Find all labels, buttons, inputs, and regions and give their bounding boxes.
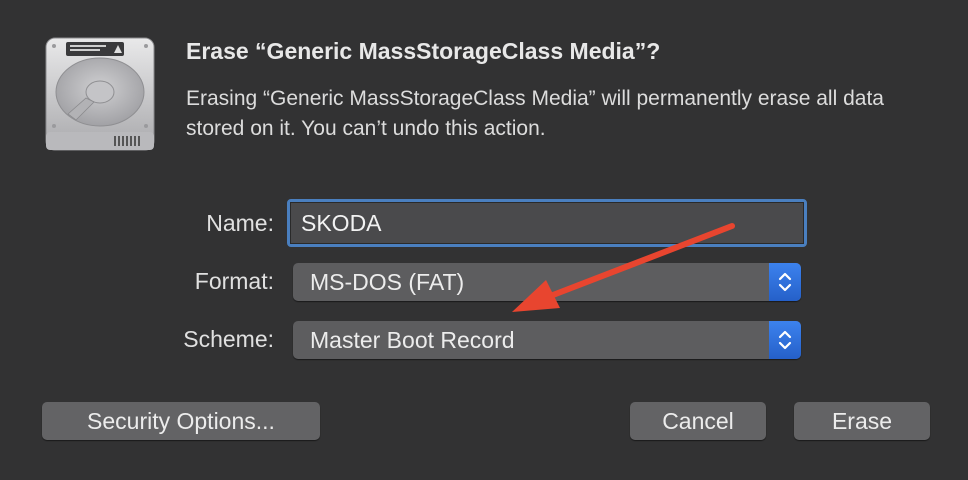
format-popup[interactable]: MS-DOS (FAT) [293,263,801,301]
hard-disk-icon [45,37,155,151]
format-popup-value: MS-DOS (FAT) [310,269,465,295]
name-input[interactable] [290,202,804,244]
dialog-title: Erase “Generic MassStorageClass Media”? [186,38,661,64]
format-stepper[interactable] [769,263,801,301]
up-down-chevron-icon [778,272,792,292]
scheme-label: Scheme: [183,326,274,352]
scheme-popup-value: Master Boot Record [310,327,515,353]
dialog-message: Erasing “Generic MassStorageClass Media”… [186,87,884,140]
security-options-button[interactable]: Security Options... [42,402,320,440]
name-field-focus-ring [287,199,807,247]
scheme-popup[interactable]: Master Boot Record [293,321,801,359]
format-label: Format: [194,268,274,294]
erase-dialog: Erase “Generic MassStorageClass Media”? … [0,0,968,480]
name-label: Name: [206,210,274,236]
up-down-chevron-icon [778,330,792,350]
scheme-stepper[interactable] [769,321,801,359]
cancel-button[interactable]: Cancel [630,402,766,440]
erase-button[interactable]: Erase [794,402,930,440]
